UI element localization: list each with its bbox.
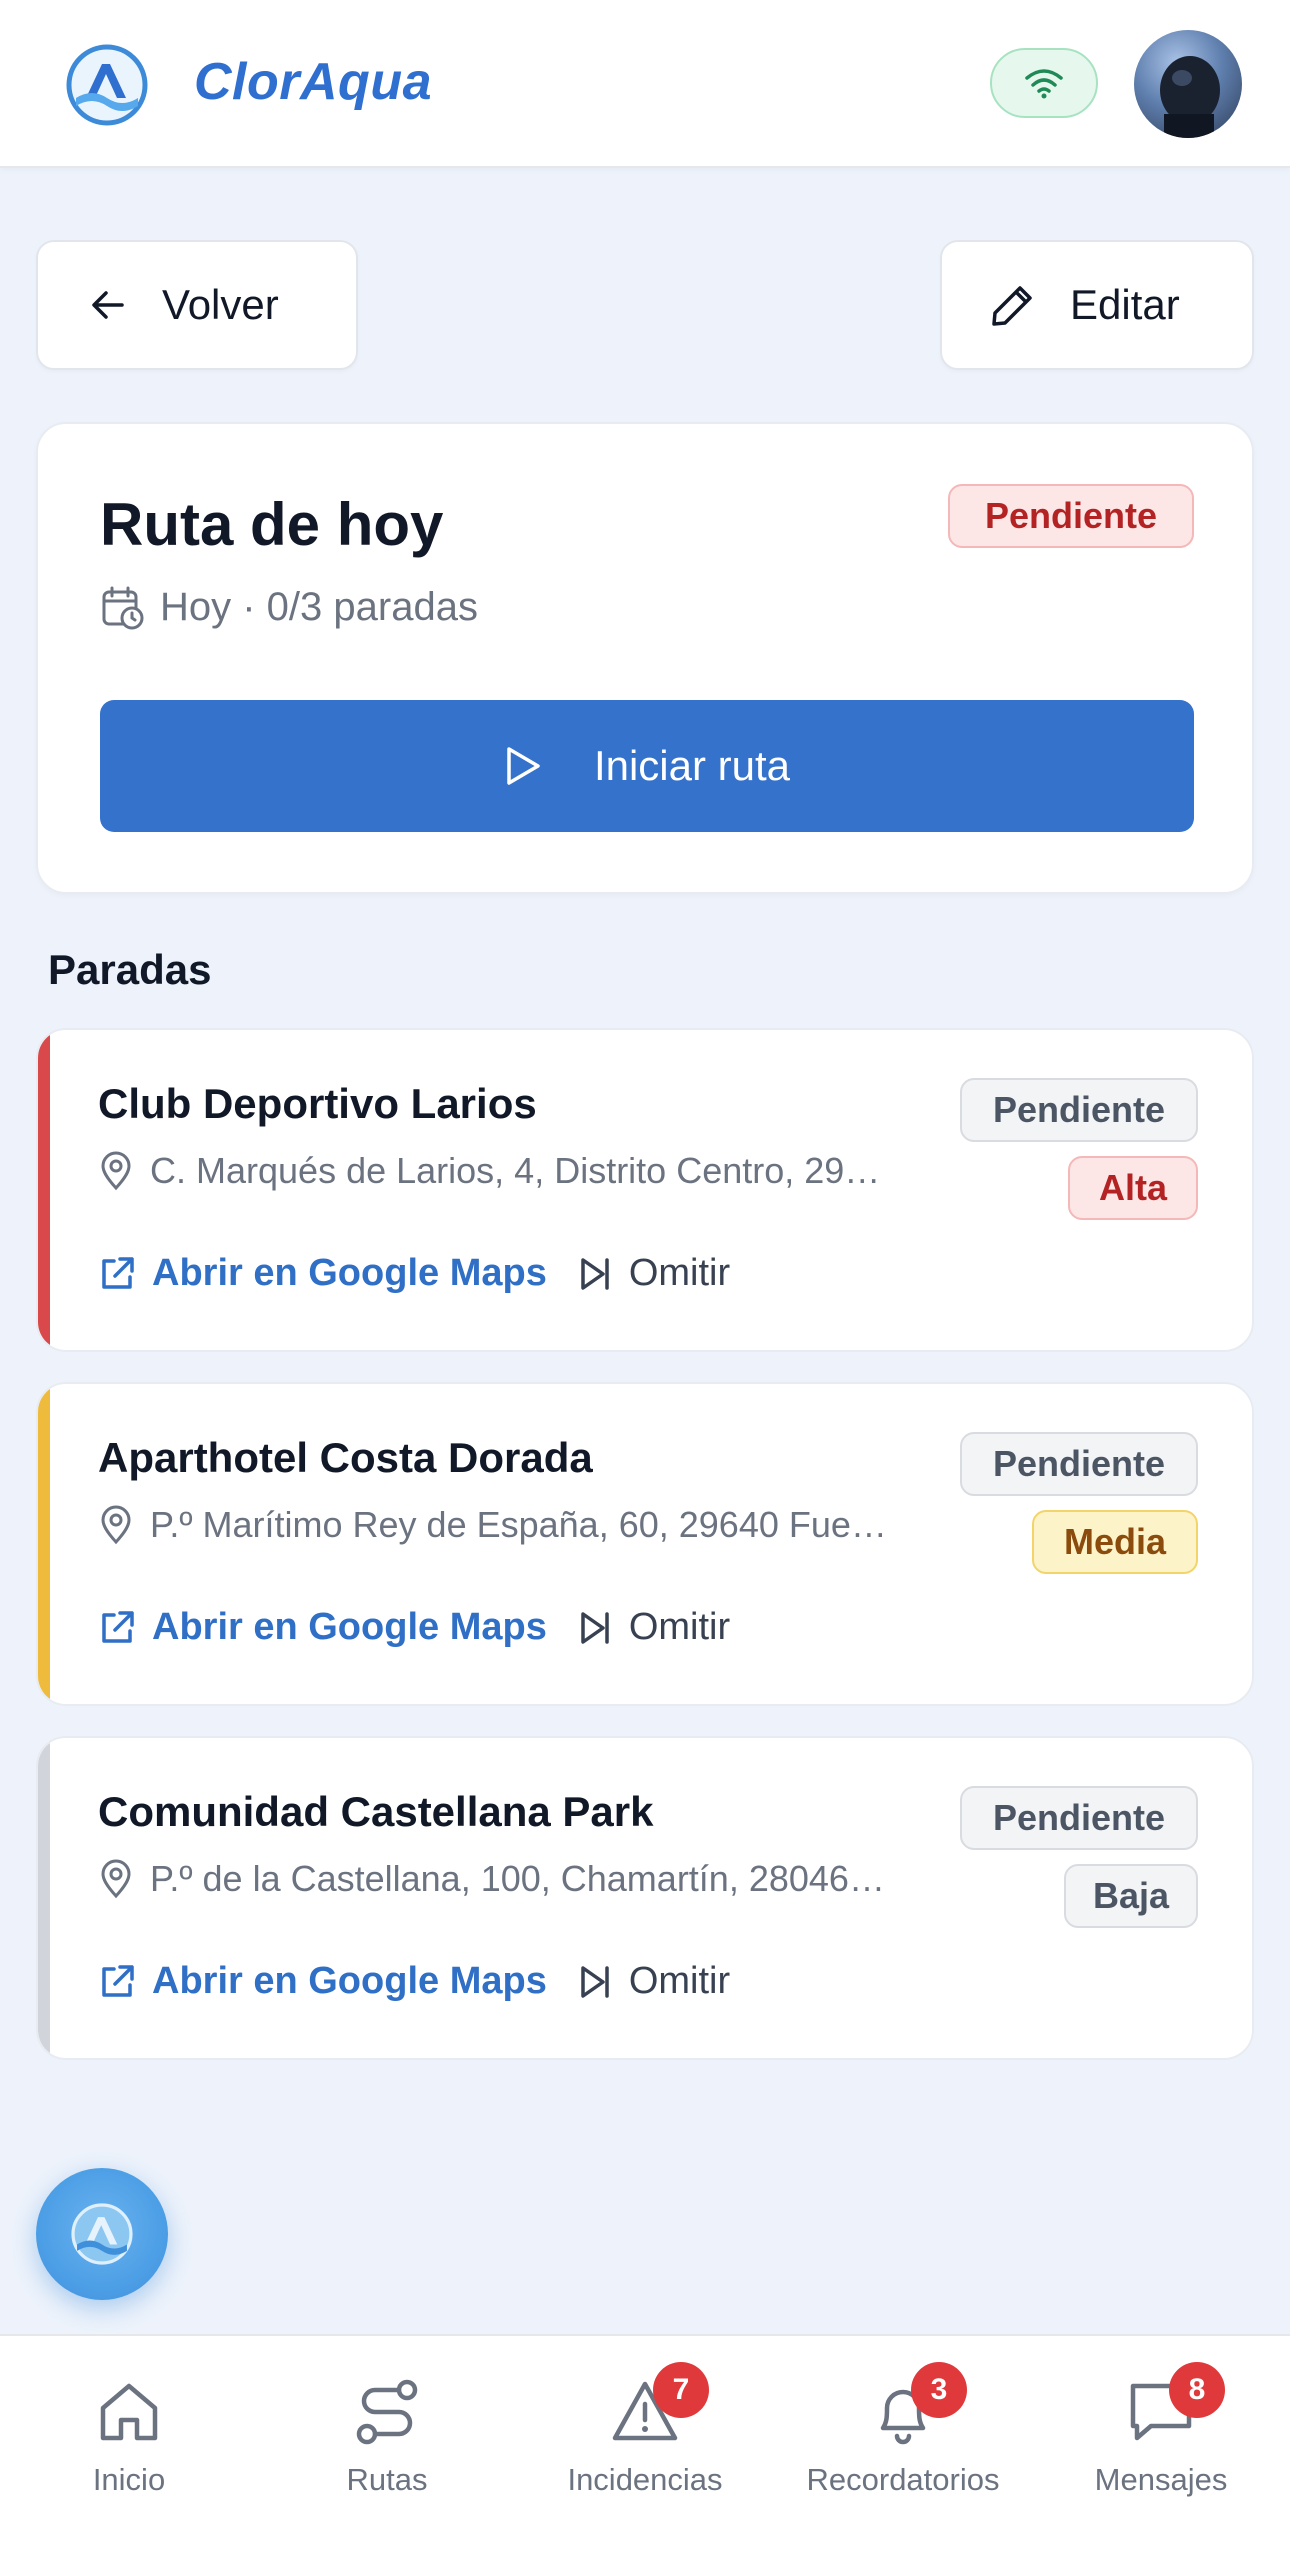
- stop-card[interactable]: Club Deportivo Larios Pendiente Alta C. …: [36, 1028, 1254, 1352]
- bell-icon: 3: [867, 2362, 967, 2448]
- priority-badge: Baja: [1064, 1864, 1198, 1928]
- nav-item-inicio[interactable]: Inicio: [0, 2376, 258, 2498]
- stop-address-text: P.º de la Castellana, 100, Chamartín, 28…: [150, 1858, 885, 1899]
- stop-card[interactable]: Comunidad Castellana Park Pendiente Baja…: [36, 1736, 1254, 2060]
- priority-badge: Media: [1032, 1510, 1198, 1574]
- stop-name: Club Deportivo Larios: [98, 1080, 537, 1127]
- arrow-left-icon: [92, 291, 124, 319]
- start-route-button[interactable]: Iniciar ruta: [100, 700, 1194, 832]
- priority-badge: Alta: [1068, 1156, 1198, 1220]
- home-icon: [93, 2376, 165, 2448]
- stop-address: P.º Marítimo Rey de España, 60, 29640 Fu…: [98, 1504, 958, 1546]
- nav-item-recordatorios[interactable]: 3 Recordatorios: [774, 2362, 1032, 2498]
- skip-stop-button[interactable]: Omitir: [579, 1252, 730, 1295]
- stop-address-text: C. Marqués de Larios, 4, Distrito Centro…: [150, 1150, 881, 1191]
- skip-stop-label: Omitir: [628, 1960, 731, 2002]
- open-google-maps-label: Abrir en Google Maps: [152, 1252, 547, 1294]
- route-meta-text: Hoy · 0/3 paradas: [160, 584, 478, 629]
- skip-stop-button[interactable]: Omitir: [579, 1960, 730, 2003]
- edit-label: Editar: [1070, 281, 1180, 328]
- stop-actions: Abrir en Google Maps Omitir: [98, 1960, 730, 2003]
- nav-item-rutas[interactable]: Rutas: [258, 2376, 516, 2498]
- alert-triangle-icon: 7: [609, 2362, 709, 2448]
- edit-button[interactable]: Editar: [940, 240, 1254, 370]
- route-status-badge: Pendiente: [948, 484, 1194, 548]
- route-icon: [351, 2376, 423, 2448]
- nav-label: Recordatorios: [806, 2462, 1000, 2497]
- priority-accent-bar: [38, 1738, 50, 2058]
- nav-label: Rutas: [346, 2462, 428, 2497]
- start-route-label: Iniciar ruta: [593, 742, 791, 789]
- connection-status[interactable]: [990, 48, 1098, 118]
- external-link-icon: [102, 1256, 134, 1289]
- stop-actions: Abrir en Google Maps Omitir: [98, 1606, 730, 1649]
- stop-card[interactable]: Aparthotel Costa Dorada Pendiente Media …: [36, 1382, 1254, 1706]
- notification-badge: 8: [1169, 2362, 1225, 2418]
- user-avatar[interactable]: [1134, 30, 1242, 138]
- app-header: ClorAqua: [0, 0, 1290, 168]
- open-google-maps-link[interactable]: Abrir en Google Maps: [98, 1252, 547, 1295]
- stop-address: P.º de la Castellana, 100, Chamartín, 28…: [98, 1858, 958, 1900]
- nav-item-incidencias[interactable]: 7 Incidencias: [516, 2362, 774, 2498]
- calendar-clock-icon: [102, 586, 144, 630]
- open-google-maps-link[interactable]: Abrir en Google Maps: [98, 1606, 547, 1649]
- skip-stop-label: Omitir: [628, 1606, 731, 1648]
- open-google-maps-label: Abrir en Google Maps: [152, 1606, 547, 1648]
- back-label: Volver: [162, 281, 279, 328]
- bottom-nav: Inicio Rutas 7 Incidencias 3 Recordatori…: [0, 2334, 1290, 2568]
- stop-address: C. Marqués de Larios, 4, Distrito Centro…: [98, 1150, 958, 1192]
- notification-badge: 7: [653, 2362, 709, 2418]
- assistant-fab[interactable]: [36, 2168, 168, 2300]
- nav-item-mensajes[interactable]: 8 Mensajes: [1032, 2362, 1290, 2498]
- skip-stop-label: Omitir: [628, 1252, 731, 1294]
- route-meta: Hoy · 0/3 paradas: [100, 584, 478, 630]
- map-pin-icon: [101, 1151, 131, 1191]
- map-pin-icon: [101, 1859, 131, 1899]
- wifi-icon: [1025, 69, 1063, 99]
- cloraqua-logo-icon: [71, 2203, 133, 2265]
- skip-forward-icon: [581, 1611, 609, 1644]
- stops-section-title: Paradas: [48, 946, 212, 993]
- priority-accent-bar: [38, 1030, 50, 1350]
- external-link-icon: [102, 1964, 134, 1997]
- stop-status-badge: Pendiente: [960, 1078, 1198, 1142]
- skip-forward-icon: [581, 1965, 609, 1998]
- stop-address-text: P.º Marítimo Rey de España, 60, 29640 Fu…: [150, 1504, 887, 1545]
- skip-stop-button[interactable]: Omitir: [579, 1606, 730, 1649]
- stop-status-badge: Pendiente: [960, 1432, 1198, 1496]
- brand-name: ClorAqua: [194, 53, 432, 111]
- external-link-icon: [102, 1610, 134, 1643]
- open-google-maps-link[interactable]: Abrir en Google Maps: [98, 1960, 547, 2003]
- notification-badge: 3: [911, 2362, 967, 2418]
- nav-label: Inicio: [92, 2462, 166, 2497]
- back-button[interactable]: Volver: [36, 240, 358, 370]
- stop-status-badge: Pendiente: [960, 1786, 1198, 1850]
- nav-label: Mensajes: [1094, 2462, 1228, 2497]
- route-title: Ruta de hoy: [100, 491, 444, 558]
- message-icon: 8: [1125, 2362, 1225, 2448]
- skip-forward-icon: [581, 1257, 609, 1290]
- stop-name: Aparthotel Costa Dorada: [98, 1434, 593, 1481]
- stop-actions: Abrir en Google Maps Omitir: [98, 1252, 730, 1295]
- priority-accent-bar: [38, 1384, 50, 1704]
- stop-name: Comunidad Castellana Park: [98, 1788, 654, 1835]
- route-card: Ruta de hoy Pendiente Hoy · 0/3 paradas …: [36, 422, 1254, 894]
- cloraqua-logo-icon[interactable]: [66, 44, 148, 126]
- map-pin-icon: [101, 1505, 131, 1545]
- play-icon: [507, 747, 540, 785]
- pencil-icon: [992, 286, 1032, 326]
- open-google-maps-label: Abrir en Google Maps: [152, 1960, 547, 2002]
- nav-label: Incidencias: [567, 2462, 723, 2497]
